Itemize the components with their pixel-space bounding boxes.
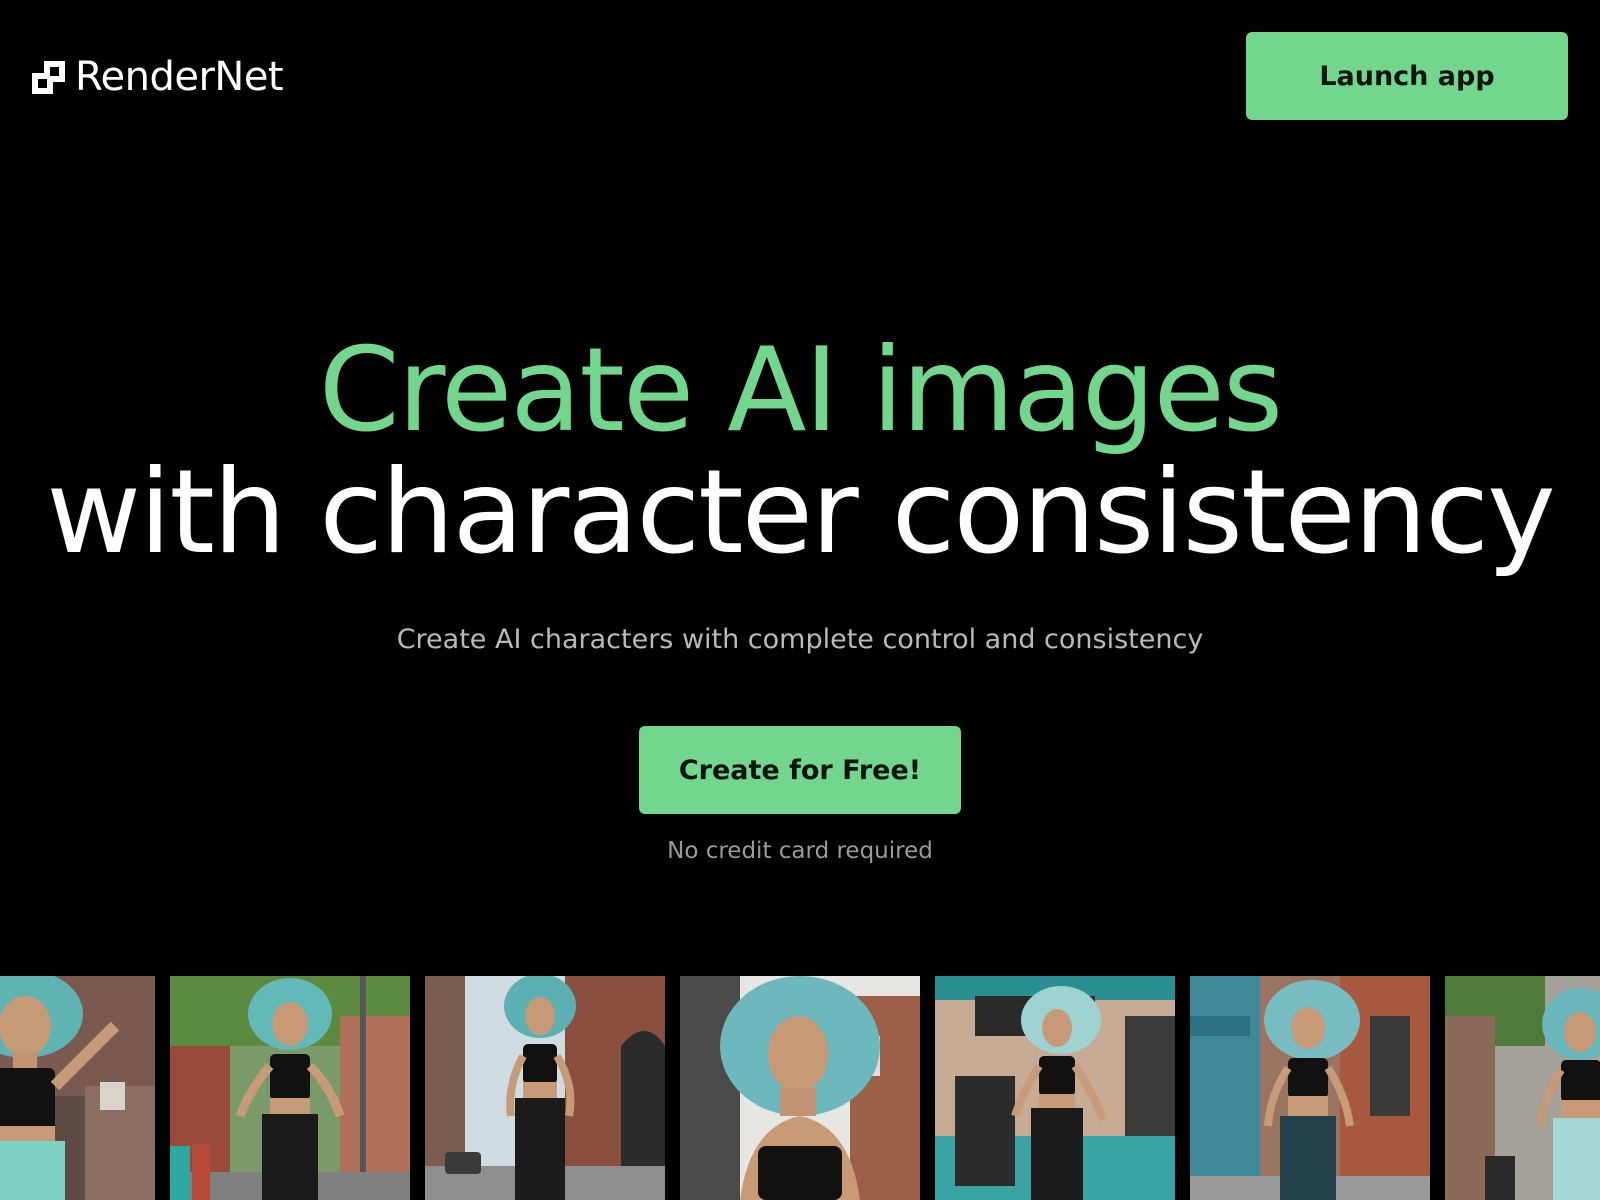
character-gallery <box>0 976 1600 1200</box>
gallery-image <box>1445 976 1600 1200</box>
gallery-image <box>170 976 410 1200</box>
hero-headline-accent: Create AI images <box>318 323 1284 458</box>
create-for-free-button[interactable]: Create for Free! <box>639 726 961 814</box>
gallery-image <box>935 976 1175 1200</box>
gallery-image <box>425 976 665 1200</box>
landing-page: RenderNet Launch app Create AI images wi… <box>0 0 1600 1200</box>
gallery-image <box>0 976 155 1200</box>
brand-name: RenderNet <box>75 54 284 100</box>
gallery-image <box>680 976 920 1200</box>
hero-subtitle: Create AI characters with complete contr… <box>396 624 1204 655</box>
rendernet-logo-icon <box>32 60 65 94</box>
cta-note: No credit card required <box>667 838 933 864</box>
hero-headline: with character consistency <box>46 445 1556 580</box>
brand-logo[interactable]: RenderNet <box>32 54 284 100</box>
gallery-image <box>1190 976 1430 1200</box>
site-header: RenderNet Launch app <box>0 0 1600 152</box>
launch-app-button[interactable]: Launch app <box>1246 32 1568 120</box>
